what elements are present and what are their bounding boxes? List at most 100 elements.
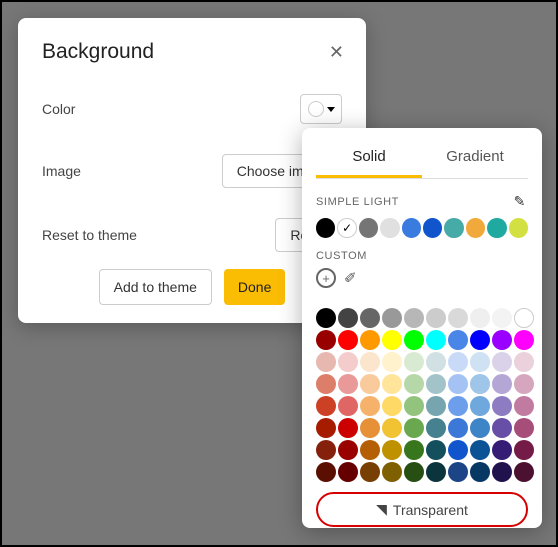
- color-swatch[interactable]: [492, 418, 512, 438]
- color-swatch[interactable]: [426, 396, 446, 416]
- color-swatch[interactable]: [470, 308, 490, 328]
- color-swatch[interactable]: [492, 374, 512, 394]
- color-swatch[interactable]: [426, 418, 446, 438]
- tab-solid[interactable]: Solid: [316, 138, 422, 178]
- color-swatch[interactable]: [448, 374, 468, 394]
- color-swatch[interactable]: [426, 352, 446, 372]
- done-button[interactable]: Done: [224, 269, 285, 305]
- color-swatch[interactable]: [338, 462, 358, 482]
- color-swatch[interactable]: [448, 418, 468, 438]
- color-swatch[interactable]: [360, 330, 380, 350]
- color-swatch[interactable]: [448, 308, 468, 328]
- color-swatch[interactable]: [360, 308, 380, 328]
- theme-swatch[interactable]: [487, 218, 506, 238]
- color-swatch[interactable]: [382, 330, 402, 350]
- color-swatch[interactable]: [426, 440, 446, 460]
- theme-swatch[interactable]: [380, 218, 399, 238]
- color-swatch[interactable]: [382, 308, 402, 328]
- theme-swatch[interactable]: [466, 218, 485, 238]
- color-picker-button[interactable]: [300, 94, 342, 124]
- color-swatch[interactable]: [360, 462, 380, 482]
- color-swatch[interactable]: [426, 374, 446, 394]
- color-swatch[interactable]: [338, 396, 358, 416]
- color-swatch[interactable]: [470, 396, 490, 416]
- color-swatch[interactable]: [360, 352, 380, 372]
- color-swatch[interactable]: [492, 440, 512, 460]
- color-swatch[interactable]: [470, 352, 490, 372]
- color-swatch[interactable]: [316, 396, 336, 416]
- color-swatch[interactable]: [448, 396, 468, 416]
- color-swatch[interactable]: [404, 330, 424, 350]
- color-swatch[interactable]: [514, 330, 534, 350]
- add-to-theme-button[interactable]: Add to theme: [99, 269, 212, 305]
- color-swatch[interactable]: [492, 396, 512, 416]
- color-swatch[interactable]: [316, 374, 336, 394]
- color-swatch[interactable]: [492, 462, 512, 482]
- color-swatch[interactable]: [470, 462, 490, 482]
- color-swatch[interactable]: [492, 330, 512, 350]
- color-swatch[interactable]: [316, 352, 336, 372]
- color-swatch[interactable]: [448, 440, 468, 460]
- color-swatch[interactable]: [338, 308, 358, 328]
- color-swatch[interactable]: [426, 308, 446, 328]
- pencil-icon[interactable]: ✎: [512, 191, 528, 212]
- color-swatch[interactable]: [426, 330, 446, 350]
- color-swatch[interactable]: [514, 462, 534, 482]
- transparent-button[interactable]: ◥ Transparent: [316, 492, 528, 527]
- color-swatch[interactable]: [404, 308, 424, 328]
- color-swatch[interactable]: [360, 418, 380, 438]
- color-swatch[interactable]: [382, 418, 402, 438]
- theme-swatch[interactable]: [423, 218, 442, 238]
- color-swatch[interactable]: [426, 462, 446, 482]
- color-swatch[interactable]: [404, 462, 424, 482]
- color-swatch[interactable]: [514, 374, 534, 394]
- close-icon[interactable]: ✕: [329, 42, 344, 63]
- tab-gradient[interactable]: Gradient: [422, 138, 528, 178]
- color-swatch[interactable]: [360, 440, 380, 460]
- color-swatch[interactable]: [514, 418, 534, 438]
- color-swatch[interactable]: [316, 440, 336, 460]
- color-swatch[interactable]: [470, 418, 490, 438]
- color-swatch[interactable]: [338, 418, 358, 438]
- color-swatch[interactable]: [404, 352, 424, 372]
- color-swatch[interactable]: [448, 462, 468, 482]
- color-swatch[interactable]: [514, 396, 534, 416]
- color-swatch[interactable]: [404, 396, 424, 416]
- color-swatch[interactable]: [382, 352, 402, 372]
- color-swatch[interactable]: [382, 374, 402, 394]
- color-swatch[interactable]: [316, 308, 336, 328]
- color-swatch[interactable]: [338, 440, 358, 460]
- theme-swatch[interactable]: [402, 218, 421, 238]
- color-swatch[interactable]: [316, 418, 336, 438]
- color-swatch[interactable]: [404, 440, 424, 460]
- theme-swatch[interactable]: [359, 218, 378, 238]
- color-swatch[interactable]: [338, 374, 358, 394]
- color-swatch[interactable]: [470, 440, 490, 460]
- color-swatch[interactable]: [338, 330, 358, 350]
- color-swatch[interactable]: [492, 308, 512, 328]
- color-swatch[interactable]: [404, 374, 424, 394]
- color-swatch[interactable]: [514, 440, 534, 460]
- theme-swatch[interactable]: [444, 218, 463, 238]
- color-swatch[interactable]: [514, 308, 534, 328]
- color-swatch[interactable]: [448, 352, 468, 372]
- theme-swatch[interactable]: [509, 218, 528, 238]
- color-swatch[interactable]: [470, 374, 490, 394]
- color-swatch[interactable]: [448, 330, 468, 350]
- theme-swatch[interactable]: [316, 218, 335, 238]
- color-swatch[interactable]: [492, 352, 512, 372]
- color-swatch[interactable]: [382, 440, 402, 460]
- eyedropper-icon[interactable]: ✐: [344, 269, 357, 287]
- color-swatch[interactable]: [514, 352, 534, 372]
- color-swatch[interactable]: [470, 330, 490, 350]
- color-swatch[interactable]: [316, 330, 336, 350]
- theme-swatch[interactable]: ✓: [337, 218, 356, 238]
- add-custom-color-icon[interactable]: +: [316, 268, 336, 288]
- color-swatch[interactable]: [382, 462, 402, 482]
- color-swatch[interactable]: [338, 352, 358, 372]
- color-swatch[interactable]: [316, 462, 336, 482]
- color-swatch[interactable]: [360, 374, 380, 394]
- color-swatch[interactable]: [382, 396, 402, 416]
- color-swatch[interactable]: [360, 396, 380, 416]
- color-swatch[interactable]: [404, 418, 424, 438]
